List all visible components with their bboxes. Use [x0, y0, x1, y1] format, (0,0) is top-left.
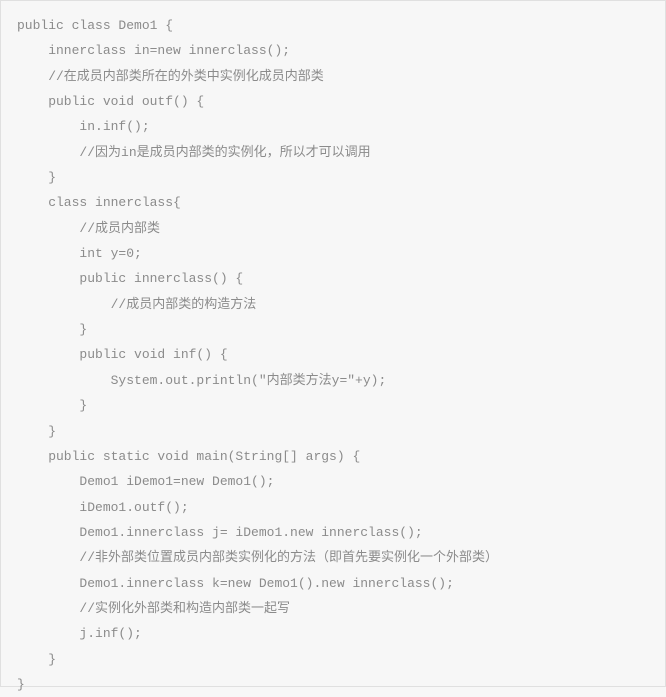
code-line: innerclass in=new innerclass(); — [17, 38, 649, 63]
code-line: public class Demo1 { — [17, 13, 649, 38]
code-line: //在成员内部类所在的外类中实例化成员内部类 — [17, 64, 649, 89]
code-line: Demo1.innerclass j= iDemo1.new innerclas… — [17, 520, 649, 545]
code-line: } — [17, 672, 649, 697]
code-line: System.out.println("内部类方法y="+y); — [17, 368, 649, 393]
code-line: iDemo1.outf(); — [17, 495, 649, 520]
code-line: j.inf(); — [17, 621, 649, 646]
code-line: Demo1.innerclass k=new Demo1().new inner… — [17, 571, 649, 596]
code-line: public static void main(String[] args) { — [17, 444, 649, 469]
code-line: //非外部类位置成员内部类实例化的方法（即首先要实例化一个外部类） — [17, 545, 649, 570]
code-line: public void inf() { — [17, 342, 649, 367]
code-line: in.inf(); — [17, 114, 649, 139]
code-line: //成员内部类 — [17, 216, 649, 241]
code-line: int y=0; — [17, 241, 649, 266]
code-line: } — [17, 419, 649, 444]
code-line: } — [17, 317, 649, 342]
code-line: //成员内部类的构造方法 — [17, 292, 649, 317]
code-block: public class Demo1 { innerclass in=new i… — [17, 13, 649, 697]
code-line: } — [17, 393, 649, 418]
code-line: //因为in是成员内部类的实例化，所以才可以调用 — [17, 140, 649, 165]
code-line: //实例化外部类和构造内部类一起写 — [17, 596, 649, 621]
code-line: } — [17, 165, 649, 190]
code-line: Demo1 iDemo1=new Demo1(); — [17, 469, 649, 494]
code-line: class innerclass{ — [17, 190, 649, 215]
code-line: } — [17, 647, 649, 672]
code-line: public innerclass() { — [17, 266, 649, 291]
code-line: public void outf() { — [17, 89, 649, 114]
